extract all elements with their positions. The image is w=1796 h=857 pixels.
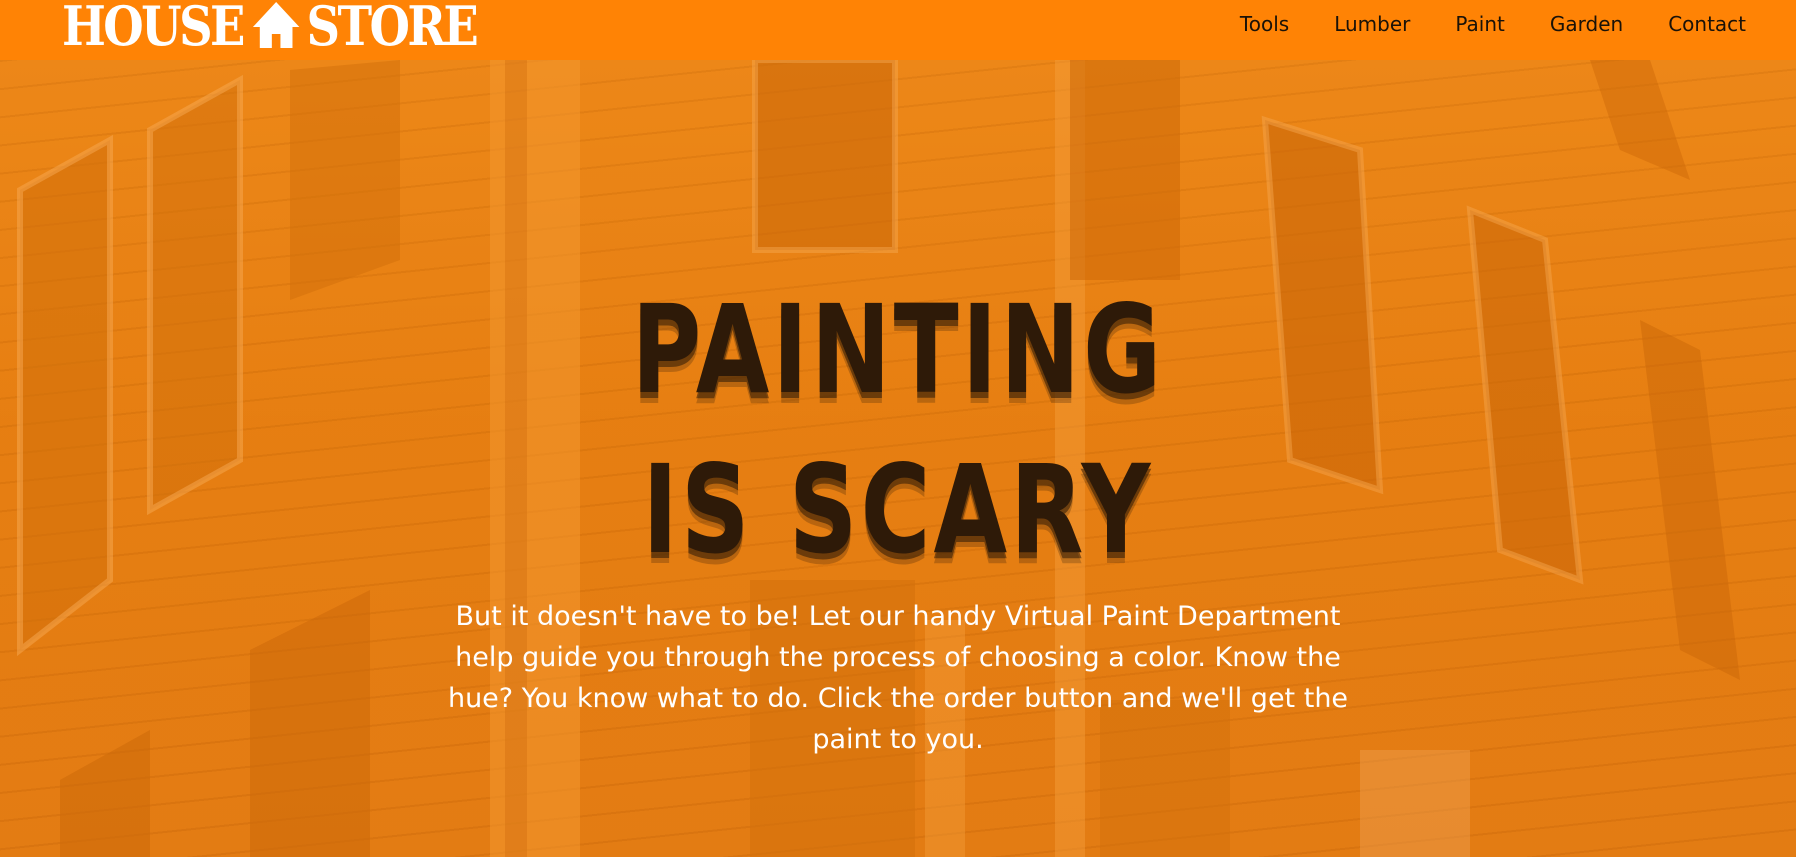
logo-text-house: HOUSE bbox=[62, 0, 245, 58]
nav-link-paint[interactable]: Paint bbox=[1455, 12, 1505, 36]
hero-description: But it doesn't have to be! Let our handy… bbox=[447, 601, 1349, 755]
house-icon bbox=[251, 0, 301, 50]
logo-text-store: STORE bbox=[306, 0, 479, 58]
hero-title: PAINTING IS SCARY bbox=[631, 279, 1165, 581]
page: HOUSE STORE Tools Lumber Paint Garden Co… bbox=[0, 0, 1796, 857]
site-header: HOUSE STORE Tools Lumber Paint Garden Co… bbox=[0, 0, 1796, 60]
nav-link-contact[interactable]: Contact bbox=[1668, 12, 1746, 36]
nav-link-tools[interactable]: Tools bbox=[1240, 12, 1289, 36]
nav-link-garden[interactable]: Garden bbox=[1550, 12, 1623, 36]
nav-link-lumber[interactable]: Lumber bbox=[1334, 12, 1410, 36]
site-logo[interactable]: HOUSE STORE bbox=[62, 0, 479, 58]
hero-section: PAINTING IS SCARY But it doesn't have to… bbox=[0, 270, 1796, 760]
main-nav: Tools Lumber Paint Garden Contact bbox=[1195, 0, 1746, 48]
